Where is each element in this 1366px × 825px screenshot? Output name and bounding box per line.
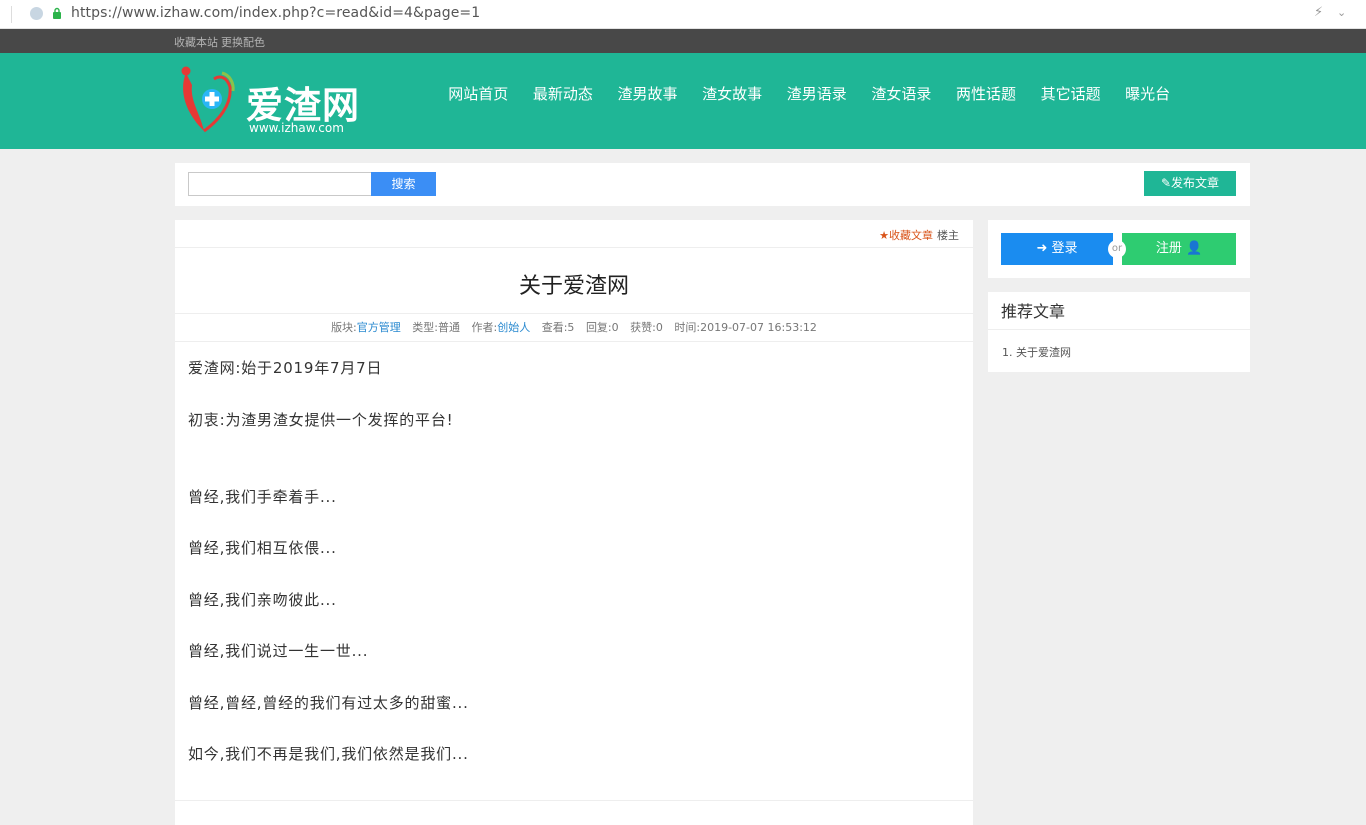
nav-item-home[interactable]: 网站首页 xyxy=(436,83,521,105)
edit-icon: ✎ xyxy=(1160,176,1172,190)
nav-item-other-topics[interactable]: 其它话题 xyxy=(1028,83,1113,105)
board-link[interactable]: 官方管理 xyxy=(357,321,401,334)
toolbar-divider xyxy=(11,6,12,23)
post-article-button[interactable]: ✎发布文章 xyxy=(1144,171,1236,196)
article-paragraph: 曾经,我们手牵着手... xyxy=(188,487,337,506)
login-panel: ➜ 登录 注册 👤 or xyxy=(988,220,1250,278)
nav-item-latest[interactable]: 最新动态 xyxy=(521,83,606,105)
recommended-title: 推荐文章 xyxy=(988,292,1250,330)
article-body: 爱渣网:始于2019年7月7日 初衷:为渣男渣女提供一个发挥的平台! 曾经,我们… xyxy=(188,357,958,795)
likes-count: 获赞:0 xyxy=(630,321,663,334)
collect-label: 收藏文章 xyxy=(889,229,933,242)
author-link[interactable]: 创始人 xyxy=(497,321,530,334)
article-actions: ★收藏文章 楼主 xyxy=(175,220,973,248)
type-label: 类型: xyxy=(412,321,438,334)
collect-article-link[interactable]: ★收藏文章 xyxy=(879,227,933,243)
user-plus-icon: 👤 xyxy=(1185,241,1203,256)
article-paragraph: 曾经,曾经,曾经的我们有过太多的甜蜜... xyxy=(188,693,469,712)
search-input[interactable] xyxy=(188,172,372,196)
favorite-site-link[interactable]: 收藏本站 xyxy=(174,34,218,50)
top-utility-bar: 收藏本站 更换配色 xyxy=(0,29,1366,53)
url-field[interactable]: https://www.izhaw.com/index.php?c=read&i… xyxy=(71,5,480,21)
or-separator: or xyxy=(1108,240,1126,258)
shield-icon[interactable] xyxy=(30,7,43,20)
register-label: 注册 xyxy=(1155,241,1182,256)
article-paragraph: 初衷:为渣男渣女提供一个发挥的平台! xyxy=(188,410,454,429)
article-paragraph: 曾经,我们说过一生一世... xyxy=(188,642,369,660)
recommended-panel: 推荐文章 1. 关于爱渣网 xyxy=(988,292,1250,372)
lightning-icon[interactable]: ⚡ xyxy=(1314,5,1323,20)
nav-item-male-quotes[interactable]: 渣男语录 xyxy=(774,83,859,105)
article-title: 关于爱渣网 xyxy=(518,274,629,299)
article-divider xyxy=(175,800,973,801)
site-domain: www.izhaw.com xyxy=(249,121,344,135)
article-paragraph xyxy=(188,434,958,486)
nav-item-female-quotes[interactable]: 渣女语录 xyxy=(859,83,944,105)
search-button[interactable]: 搜索 xyxy=(371,172,436,196)
nav-item-exposure[interactable]: 曝光台 xyxy=(1113,83,1183,105)
article-paragraph: 曾经,我们相互依偎... xyxy=(188,539,337,557)
star-icon: ★ xyxy=(879,229,889,242)
author-label: 作者: xyxy=(471,321,498,334)
article-paragraph: 爱渣网:始于2019年7月7日 xyxy=(188,359,383,377)
sign-in-icon: ➜ xyxy=(1036,241,1048,256)
change-color-link[interactable]: 更换配色 xyxy=(221,34,265,50)
site-header: 爱渣网 www.izhaw.com 网站首页 最新动态 渣男故事 渣女故事 渣男… xyxy=(0,53,1366,149)
post-article-label: 发布文章 xyxy=(1171,176,1220,190)
post-time: 时间:2019-07-07 16:53:12 xyxy=(674,321,817,334)
register-button[interactable]: 注册 👤 xyxy=(1122,233,1236,265)
heart-cross-logo-icon xyxy=(181,66,235,133)
login-label: 登录 xyxy=(1051,241,1078,256)
owner-label[interactable]: 楼主 xyxy=(937,227,959,243)
browser-address-bar: https://www.izhaw.com/index.php?c=read&i… xyxy=(0,0,1366,29)
article-paragraph: 曾经,我们亲吻彼此... xyxy=(188,590,337,609)
main-nav: 网站首页 最新动态 渣男故事 渣女故事 渣男语录 渣女语录 两性话题 其它话题 … xyxy=(436,83,1182,105)
views-count: 查看:5 xyxy=(541,321,575,334)
lock-icon[interactable] xyxy=(52,7,62,19)
nav-item-relationship-topics[interactable]: 两性话题 xyxy=(944,83,1029,105)
board-label: 版块: xyxy=(331,321,357,334)
login-button[interactable]: ➜ 登录 xyxy=(1001,233,1113,265)
type-value: 普通 xyxy=(438,321,460,334)
nav-item-male-stories[interactable]: 渣男故事 xyxy=(605,83,690,105)
recommended-item[interactable]: 1. 关于爱渣网 xyxy=(1002,344,1071,360)
replies-count: 回复:0 xyxy=(585,321,619,334)
nav-item-female-stories[interactable]: 渣女故事 xyxy=(690,83,775,105)
search-toolbar: 搜索 ✎发布文章 xyxy=(175,163,1250,206)
site-logo[interactable]: 爱渣网 www.izhaw.com xyxy=(178,65,378,141)
article-paragraph: 如今,我们不再是我们,我们依然是我们... xyxy=(188,745,469,763)
article-panel: ★收藏文章 楼主 关于爱渣网 版块:官方管理 类型:普通 作者:创始人 查看:5… xyxy=(175,220,973,825)
chevron-down-icon[interactable]: ⌄ xyxy=(1337,6,1346,19)
article-meta: 版块:官方管理 类型:普通 作者:创始人 查看:5 回复:0 获赞:0 时间:2… xyxy=(175,313,973,342)
